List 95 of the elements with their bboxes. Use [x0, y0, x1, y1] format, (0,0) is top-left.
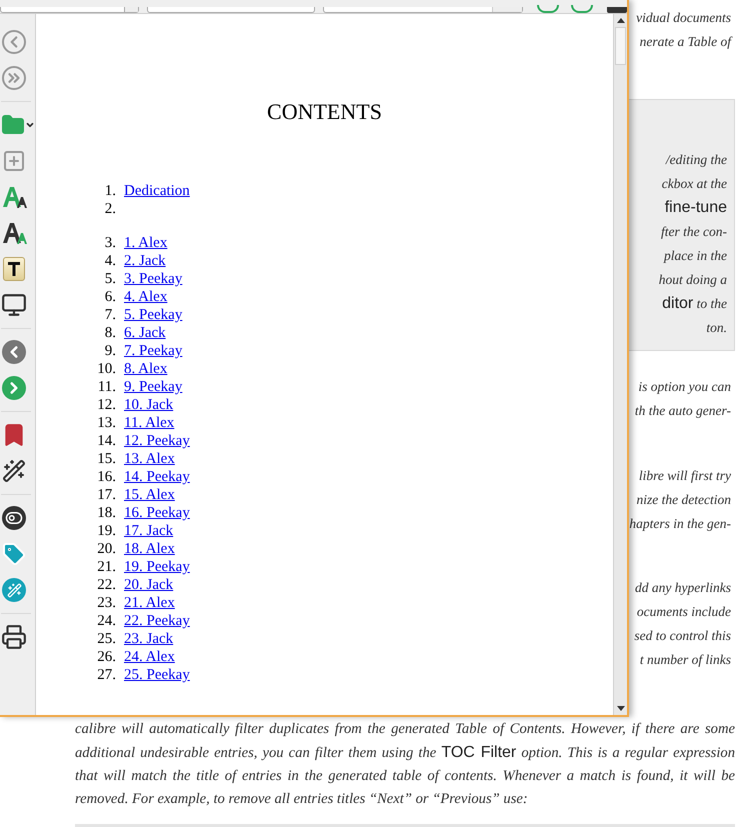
previous-icon[interactable]	[1, 339, 27, 365]
list-number: 26.	[96, 648, 116, 666]
list-number: 4.	[104, 252, 116, 270]
list-number: 10.	[96, 360, 116, 378]
dropdown[interactable]	[0, 7, 139, 13]
next-icon[interactable]	[1, 375, 27, 401]
list-number: 18.	[96, 504, 116, 522]
toc-link[interactable]: 9. Peekay	[124, 378, 182, 396]
toc-link[interactable]: 1. Alex	[124, 234, 168, 252]
text-line: is option you can	[637, 378, 732, 396]
toc-link[interactable]: 8. Alex	[124, 360, 168, 378]
text-line: hout doing a	[658, 271, 728, 289]
font-larger-icon[interactable]	[1, 184, 27, 210]
toc-link[interactable]: 23. Jack	[124, 630, 174, 648]
toc-link[interactable]: 11. Alex	[124, 414, 174, 432]
list-number: 16.	[96, 468, 116, 486]
list-number: 13.	[96, 414, 116, 432]
text-line: place in the	[662, 247, 728, 265]
toc-link[interactable]: 13. Alex	[124, 450, 175, 468]
list-number: 17.	[96, 486, 116, 504]
text-line: dd any hyperlinks	[634, 579, 732, 597]
text-line: sed to control this	[633, 627, 732, 645]
scrollbar[interactable]	[613, 14, 627, 715]
toc-link[interactable]: 10. Jack	[124, 396, 174, 414]
list-number: 9.	[104, 342, 116, 360]
print-icon[interactable]	[1, 624, 27, 650]
scrollbar-thumb[interactable]	[615, 27, 626, 65]
text-line: ocuments include	[636, 603, 732, 621]
input-field[interactable]	[146, 7, 316, 13]
list-number: 25.	[96, 630, 116, 648]
list-number: 20.	[96, 540, 116, 558]
wand-icon[interactable]	[1, 458, 27, 484]
fullscreen-icon[interactable]	[1, 292, 27, 318]
toolbar-icon[interactable]	[607, 7, 627, 13]
text-line: nize the detection	[636, 491, 732, 509]
list-number: 23.	[96, 594, 116, 612]
toc-link[interactable]: 20. Jack	[124, 576, 174, 594]
toc-link[interactable]: 19. Peekay	[124, 558, 190, 576]
text-line: fter the con-	[660, 223, 728, 241]
list-number: 3.	[104, 234, 116, 252]
back-icon[interactable]	[1, 29, 27, 55]
text-line: nerate a Table of	[638, 33, 733, 51]
toc-link[interactable]: 3. Peekay	[124, 270, 182, 288]
text-line: /editing the	[664, 151, 728, 169]
toggle-icon[interactable]	[1, 505, 27, 531]
text-line: vidual documents	[635, 9, 732, 27]
list-number: 22.	[96, 576, 116, 594]
toc-link[interactable]: 7. Peekay	[124, 342, 182, 360]
list-number: 15.	[96, 450, 116, 468]
toc-link[interactable]: 5. Peekay	[124, 306, 182, 324]
toc-link[interactable]: 2. Jack	[124, 252, 166, 270]
down-arrow-icon[interactable]	[616, 706, 624, 711]
text-line: libre will first try	[638, 467, 732, 485]
text-line: fine-tune	[664, 198, 728, 218]
list-number: 5.	[104, 270, 116, 288]
text-line: ditor to the	[661, 294, 728, 314]
tag-icon[interactable]	[1, 541, 27, 567]
list-number: 14.	[96, 432, 116, 450]
toc-link[interactable]: Dedication	[124, 182, 190, 200]
toc-link[interactable]: 21. Alex	[124, 594, 175, 612]
list-number: 11.	[96, 378, 116, 396]
toc-link[interactable]: 16. Peekay	[124, 504, 190, 522]
toc-link[interactable]: 24. Alex	[124, 648, 175, 666]
dropdown[interactable]	[323, 7, 524, 13]
text-line: ton.	[705, 319, 728, 337]
toc-link[interactable]: 14. Peekay	[124, 468, 190, 486]
toc-link[interactable]: 18. Alex	[124, 540, 175, 558]
toc-link[interactable]: 15. Alex	[124, 486, 175, 504]
text-line: hapters in the gen-	[629, 515, 732, 533]
toc-link[interactable]: 12. Peekay	[124, 432, 190, 450]
up-arrow-icon[interactable]	[616, 18, 624, 23]
toc-link[interactable]: 22. Peekay	[124, 612, 190, 630]
contents-heading: CONTENTS	[266, 98, 383, 126]
forward-icon[interactable]	[1, 65, 27, 91]
text-mode-icon[interactable]	[1, 256, 27, 282]
paragraph: calibre will automatically filter duplicates from the generated Table of Contents. However, if there are some additional undesirable entries, you can filter them using the TOC Filter option. This is a regular expression that will match the title of entries in the generated table of contents. Whenever a match is found, it will be removed. For example, to remove all entries titles “Next” or “Previous” use:	[75, 720, 735, 809]
list-number: 12.	[96, 396, 116, 414]
toc-link[interactable]: 25. Peekay	[124, 666, 190, 684]
toc-link[interactable]: 4. Alex	[124, 288, 168, 306]
toc-link[interactable]: 17. Jack	[124, 522, 174, 540]
list-number: 24.	[96, 612, 116, 630]
list-number: 6.	[104, 288, 116, 306]
list-number: 19.	[96, 522, 116, 540]
font-smaller-icon[interactable]	[1, 220, 27, 246]
list-number: 1.	[104, 182, 116, 200]
text-line: ckbox at the	[660, 175, 728, 193]
list-number: 7.	[104, 306, 116, 324]
list-number: 2.	[104, 200, 116, 219]
text-line: th the auto gener-	[634, 402, 732, 420]
text-line: t number of links	[638, 651, 732, 669]
add-icon[interactable]	[1, 148, 27, 174]
toc-link[interactable]: 6. Jack	[124, 324, 166, 342]
list-number: 8.	[104, 324, 116, 342]
list-number: 27.	[96, 666, 116, 684]
list-number: 21.	[96, 558, 116, 576]
